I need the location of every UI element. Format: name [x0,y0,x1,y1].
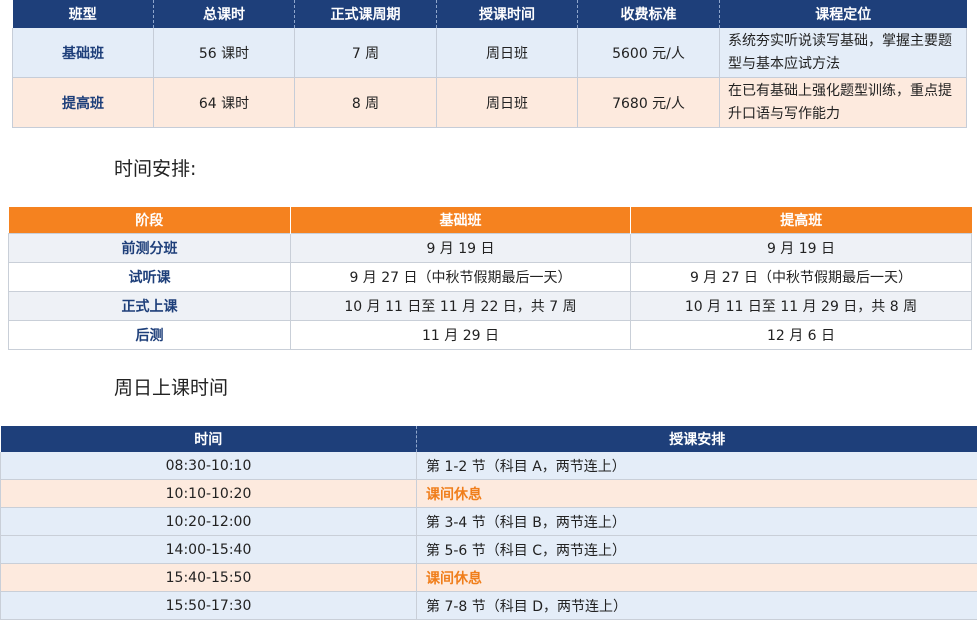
fee: 5600 元/人 [577,28,720,78]
header-teaching-time: 授课时间 [436,0,578,28]
header-basic: 基础班 [290,207,631,234]
stage-name: 后测 [8,320,291,350]
schedule-table: 阶段 基础班 提高班 前测分班 9 月 19 日 9 月 19 日 试听课 9 … [8,207,972,350]
header-arrangement: 授课安排 [416,426,977,452]
table-row: 基础班 56 课时 7 周 周日班 5600 元/人 系统夯实听说读写基础，掌握… [12,28,967,78]
slot-time: 10:20-12:00 [0,507,417,536]
class-name: 提高班 [12,77,154,128]
stage-name: 试听课 [8,262,291,292]
schedule-table-header: 阶段 基础班 提高班 [8,207,972,234]
header-time: 时间 [0,426,417,452]
table-row: 后测 11 月 29 日 12 月 6 日 [8,320,972,350]
slot-activity: 课间休息 [416,479,977,508]
basic-date: 11 月 29 日 [290,320,631,350]
sunday-table-header: 时间 授课安排 [0,426,977,452]
slot-activity: 第 7-8 节（科目 D，两节连上） [416,591,977,620]
table-row: 提高班 64 课时 8 周 周日班 7680 元/人 在已有基础上强化题型训练，… [12,77,967,128]
stage-name: 正式上课 [8,291,291,321]
advanced-date: 10 月 11 日至 11 月 29 日，共 8 周 [630,291,972,321]
basic-date: 10 月 11 日至 11 月 22 日，共 7 周 [290,291,631,321]
slot-activity: 第 3-4 节（科目 B，两节连上） [416,507,977,536]
basic-date: 9 月 19 日 [290,233,631,263]
table-row: 15:40-15:50 课间休息 [0,563,977,592]
slot-time: 08:30-10:10 [0,452,417,480]
period: 7 周 [294,28,437,78]
table-row: 前测分班 9 月 19 日 9 月 19 日 [8,233,972,263]
header-positioning: 课程定位 [719,0,967,28]
sunday-table: 时间 授课安排 08:30-10:10 第 1-2 节（科目 A，两节连上） 1… [0,426,977,620]
table-row: 10:20-12:00 第 3-4 节（科目 B，两节连上） [0,507,977,536]
header-period: 正式课周期 [294,0,437,28]
slot-activity: 第 5-6 节（科目 C，两节连上） [416,535,977,564]
sunday-heading: 周日上课时间 [114,377,229,399]
slot-time: 10:10-10:20 [0,479,417,508]
course-positioning: 系统夯实听说读写基础，掌握主要题型与基本应试方法 [719,28,967,78]
table-row: 试听课 9 月 27 日（中秋节假期最后一天） 9 月 27 日（中秋节假期最后… [8,262,972,292]
header-fee: 收费标准 [577,0,720,28]
course-table: 班型 总课时 正式课周期 授课时间 收费标准 课程定位 基础班 56 课时 7 … [12,0,967,128]
total-hours: 56 课时 [153,28,295,78]
class-name: 基础班 [12,28,154,78]
course-table-header: 班型 总课时 正式课周期 授课时间 收费标准 课程定位 [12,0,967,28]
header-class-type: 班型 [12,0,154,28]
teaching-time: 周日班 [436,77,578,128]
table-row: 10:10-10:20 课间休息 [0,479,977,508]
table-row: 正式上课 10 月 11 日至 11 月 22 日，共 7 周 10 月 11 … [8,291,972,321]
table-row: 14:00-15:40 第 5-6 节（科目 C，两节连上） [0,535,977,564]
teaching-time: 周日班 [436,28,578,78]
advanced-date: 12 月 6 日 [630,320,972,350]
slot-time: 15:40-15:50 [0,563,417,592]
advanced-date: 9 月 27 日（中秋节假期最后一天） [630,262,972,292]
slot-activity: 第 1-2 节（科目 A，两节连上） [416,452,977,480]
header-advanced: 提高班 [630,207,972,234]
table-row: 15:50-17:30 第 7-8 节（科目 D，两节连上） [0,591,977,620]
total-hours: 64 课时 [153,77,295,128]
basic-date: 9 月 27 日（中秋节假期最后一天） [290,262,631,292]
fee: 7680 元/人 [577,77,720,128]
stage-name: 前测分班 [8,233,291,263]
header-total-hours: 总课时 [153,0,295,28]
period: 8 周 [294,77,437,128]
slot-activity: 课间休息 [416,563,977,592]
advanced-date: 9 月 19 日 [630,233,972,263]
table-row: 08:30-10:10 第 1-2 节（科目 A，两节连上） [0,452,977,480]
course-positioning: 在已有基础上强化题型训练，重点提升口语与写作能力 [719,77,967,128]
slot-time: 15:50-17:30 [0,591,417,620]
header-stage: 阶段 [8,207,291,234]
schedule-heading: 时间安排: [114,158,197,180]
slot-time: 14:00-15:40 [0,535,417,564]
